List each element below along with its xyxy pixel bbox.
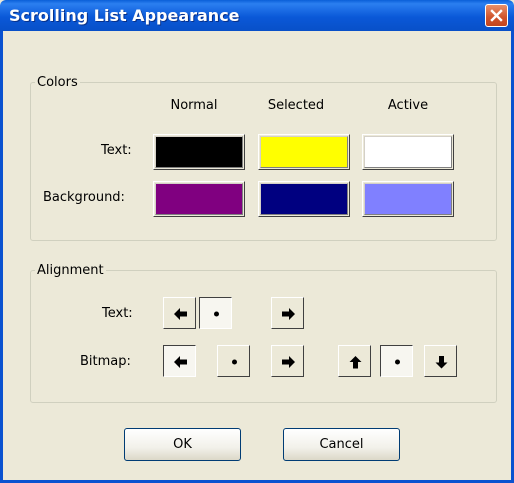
window-border-left [0,31,3,483]
ok-button[interactable]: OK [124,428,241,461]
column-header-active: Active [387,98,429,113]
bitmap-alignment-label: Bitmap: [80,354,131,369]
center-dot-icon [395,359,400,365]
alignment-group: Alignment [30,263,497,403]
arrow-up-icon [349,356,362,369]
close-icon [490,9,503,22]
column-header-normal: Normal [170,98,218,113]
arrow-left-icon [174,308,187,320]
arrow-right-icon [282,308,295,320]
bitmap-align-right-button[interactable] [271,345,304,377]
arrow-down-icon [435,356,448,369]
background-colors-label: Background: [43,190,125,205]
center-dot-icon [214,311,219,317]
arrow-left-icon [174,356,187,368]
swatch-fill [260,183,348,215]
close-button[interactable] [485,4,508,27]
arrow-right-icon [282,356,295,368]
dialog-window: Scrolling List Appearance Colors Normal … [0,0,514,483]
text-active-color-swatch[interactable] [362,134,454,170]
colors-legend: Colors [37,75,78,90]
swatch-fill [364,183,452,215]
background-selected-color-swatch[interactable] [258,181,350,217]
text-selected-color-swatch[interactable] [258,134,350,170]
bitmap-align-center-button[interactable] [217,345,250,377]
bitmap-align-bottom-button[interactable] [424,345,457,377]
text-colors-label: Text: [101,143,132,158]
text-align-center-button[interactable] [199,297,232,329]
text-align-right-button[interactable] [271,297,304,329]
title-bar[interactable]: Scrolling List Appearance [0,0,514,31]
background-active-color-swatch[interactable] [362,181,454,217]
background-normal-color-swatch[interactable] [153,181,245,217]
center-dot-icon [232,359,237,365]
window-title: Scrolling List Appearance [9,6,240,25]
swatch-fill [155,183,243,215]
text-align-left-button[interactable] [163,297,196,329]
swatch-fill [155,136,243,168]
swatch-fill [260,136,348,168]
text-alignment-label: Text: [102,306,133,321]
cancel-button[interactable]: Cancel [283,428,400,461]
alignment-legend: Alignment [37,263,104,278]
bitmap-align-left-button[interactable] [163,345,196,377]
bitmap-align-top-button[interactable] [338,345,371,377]
column-header-selected: Selected [267,98,325,113]
text-normal-color-swatch[interactable] [153,134,245,170]
swatch-fill [364,136,452,168]
bitmap-align-middle-button[interactable] [380,345,413,377]
